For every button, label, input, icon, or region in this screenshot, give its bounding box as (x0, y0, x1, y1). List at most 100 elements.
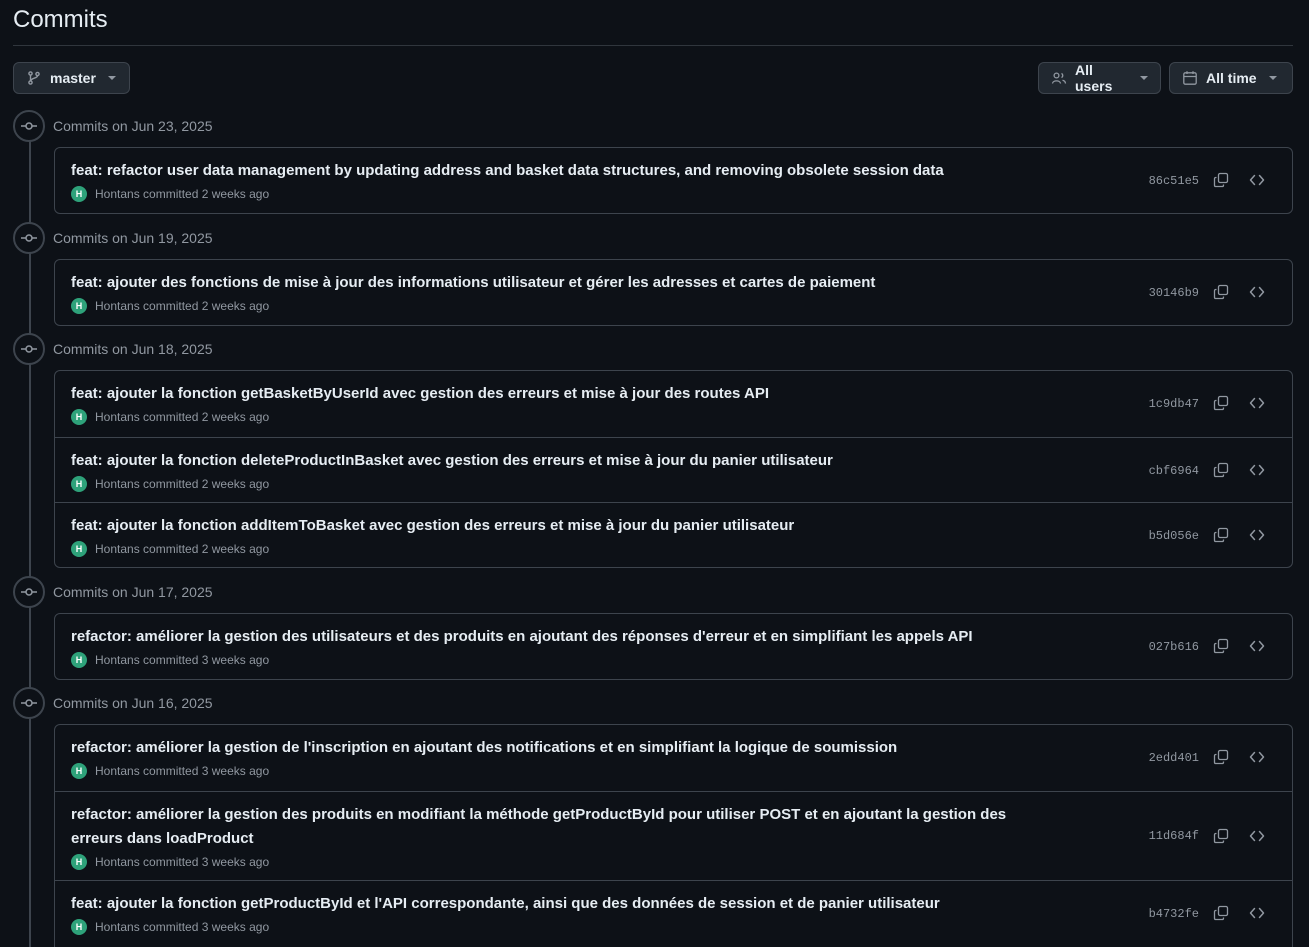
commit-time: 3 weeks ago (201, 920, 270, 934)
commit-meta: H Hontans committed 2 weeks ago (71, 409, 269, 425)
branch-select-button[interactable]: master (13, 62, 130, 94)
browse-code-button[interactable] (1243, 743, 1271, 771)
commit-verb: committed (143, 855, 199, 869)
copy-sha-button[interactable] (1207, 822, 1235, 850)
commit-message-link[interactable]: feat: ajouter la fonction deleteProductI… (71, 449, 1041, 473)
commit-row: feat: ajouter la fonction deleteProductI… (55, 437, 1292, 502)
commit-list: feat: ajouter des fonctions de mise à jo… (54, 259, 1293, 326)
copy-sha-button[interactable] (1207, 632, 1235, 660)
author-link[interactable]: Hontans (95, 542, 140, 556)
git-commit-icon (13, 222, 45, 254)
author-link[interactable]: Hontans (95, 410, 140, 424)
author-link[interactable]: Hontans (95, 477, 140, 491)
commit-meta: H Hontans committed 2 weeks ago (71, 186, 269, 202)
commit-sha-link[interactable]: 2edd401 (1149, 751, 1199, 765)
commit-time: 2 weeks ago (201, 542, 270, 556)
commit-row: refactor: améliorer la gestion des produ… (55, 791, 1292, 880)
commit-time: 2 weeks ago (201, 299, 270, 313)
git-commit-icon (13, 110, 45, 142)
avatar[interactable]: H (71, 409, 87, 425)
commit-sha-link[interactable]: 11d684f (1149, 829, 1199, 843)
git-branch-icon (28, 71, 40, 85)
commit-sha-link[interactable]: 86c51e5 (1149, 174, 1199, 188)
commit-row: feat: ajouter la fonction addItemToBaske… (55, 502, 1292, 567)
git-commit-icon (13, 333, 45, 365)
commit-sha-link[interactable]: 027b616 (1149, 640, 1199, 654)
commit-list: refactor: améliorer la gestion de l'insc… (54, 724, 1293, 947)
copy-sha-button[interactable] (1207, 899, 1235, 927)
commit-message-link[interactable]: feat: ajouter la fonction addItemToBaske… (71, 514, 1041, 538)
commit-message-link[interactable]: feat: ajouter des fonctions de mise à jo… (71, 271, 1041, 295)
author-link[interactable]: Hontans (95, 855, 140, 869)
browse-code-button[interactable] (1243, 822, 1271, 850)
browse-code-button[interactable] (1243, 166, 1271, 194)
commit-list: refactor: améliorer la gestion des utili… (54, 613, 1293, 680)
chevron-down-icon (107, 76, 116, 80)
browse-code-button[interactable] (1243, 278, 1271, 306)
avatar[interactable]: H (71, 298, 87, 314)
commit-row: feat: ajouter des fonctions de mise à jo… (55, 260, 1292, 325)
copy-sha-button[interactable] (1207, 456, 1235, 484)
time-filter-button[interactable]: All time (1169, 62, 1293, 94)
copy-icon (1213, 172, 1229, 188)
browse-code-button[interactable] (1243, 521, 1271, 549)
commit-verb: committed (143, 653, 199, 667)
commit-message-link[interactable]: feat: ajouter la fonction getBasketByUse… (71, 382, 1041, 406)
title-divider (13, 45, 1293, 46)
commit-sha-link[interactable]: b4732fe (1149, 907, 1199, 921)
copy-sha-button[interactable] (1207, 743, 1235, 771)
commit-row: refactor: améliorer la gestion des utili… (55, 614, 1292, 679)
avatar[interactable]: H (71, 541, 87, 557)
avatar[interactable]: H (71, 652, 87, 668)
avatar[interactable]: H (71, 919, 87, 935)
users-filter-button[interactable]: All users (1038, 62, 1161, 94)
author-link[interactable]: Hontans (95, 653, 140, 667)
browse-code-button[interactable] (1243, 899, 1271, 927)
browse-code-button[interactable] (1243, 389, 1271, 417)
code-icon (1249, 830, 1265, 842)
group-date: Commits on Jun 19, 2025 (53, 230, 213, 246)
copy-icon (1213, 828, 1229, 844)
code-icon (1249, 907, 1265, 919)
commit-message-link[interactable]: refactor: améliorer la gestion des produ… (71, 803, 1041, 851)
branch-label: master (50, 70, 96, 86)
group-date: Commits on Jun 17, 2025 (53, 584, 213, 600)
commit-time: 3 weeks ago (201, 764, 270, 778)
commit-message-link[interactable]: feat: ajouter la fonction getProductById… (71, 892, 1041, 916)
git-commit-icon (13, 576, 45, 608)
code-icon (1249, 640, 1265, 652)
group-date: Commits on Jun 18, 2025 (53, 341, 213, 357)
copy-icon (1213, 905, 1229, 921)
commit-time: 2 weeks ago (201, 477, 270, 491)
commit-time: 3 weeks ago (201, 653, 270, 667)
commit-time: 2 weeks ago (201, 410, 270, 424)
copy-icon (1213, 749, 1229, 765)
commit-verb: committed (143, 187, 199, 201)
commit-message-link[interactable]: refactor: améliorer la gestion des utili… (71, 625, 1041, 649)
commit-meta: H Hontans committed 2 weeks ago (71, 298, 269, 314)
copy-sha-button[interactable] (1207, 166, 1235, 194)
browse-code-button[interactable] (1243, 632, 1271, 660)
commit-row: feat: refactor user data management by u… (55, 148, 1292, 213)
commit-row: refactor: améliorer la gestion de l'insc… (55, 725, 1292, 791)
copy-sha-button[interactable] (1207, 521, 1235, 549)
copy-sha-button[interactable] (1207, 389, 1235, 417)
avatar[interactable]: H (71, 476, 87, 492)
avatar[interactable]: H (71, 186, 87, 202)
author-link[interactable]: Hontans (95, 187, 140, 201)
author-link[interactable]: Hontans (95, 764, 140, 778)
commit-sha-link[interactable]: b5d056e (1149, 529, 1199, 543)
commit-sha-link[interactable]: 30146b9 (1149, 286, 1199, 300)
commit-message-link[interactable]: feat: refactor user data management by u… (71, 159, 1041, 183)
commit-verb: committed (143, 410, 199, 424)
author-link[interactable]: Hontans (95, 299, 140, 313)
commit-message-link[interactable]: refactor: améliorer la gestion de l'insc… (71, 736, 1041, 760)
commit-sha-link[interactable]: 1c9db47 (1149, 397, 1199, 411)
code-icon (1249, 397, 1265, 409)
avatar[interactable]: H (71, 763, 87, 779)
avatar[interactable]: H (71, 854, 87, 870)
copy-sha-button[interactable] (1207, 278, 1235, 306)
author-link[interactable]: Hontans (95, 920, 140, 934)
commit-sha-link[interactable]: cbf6964 (1149, 464, 1199, 478)
browse-code-button[interactable] (1243, 456, 1271, 484)
